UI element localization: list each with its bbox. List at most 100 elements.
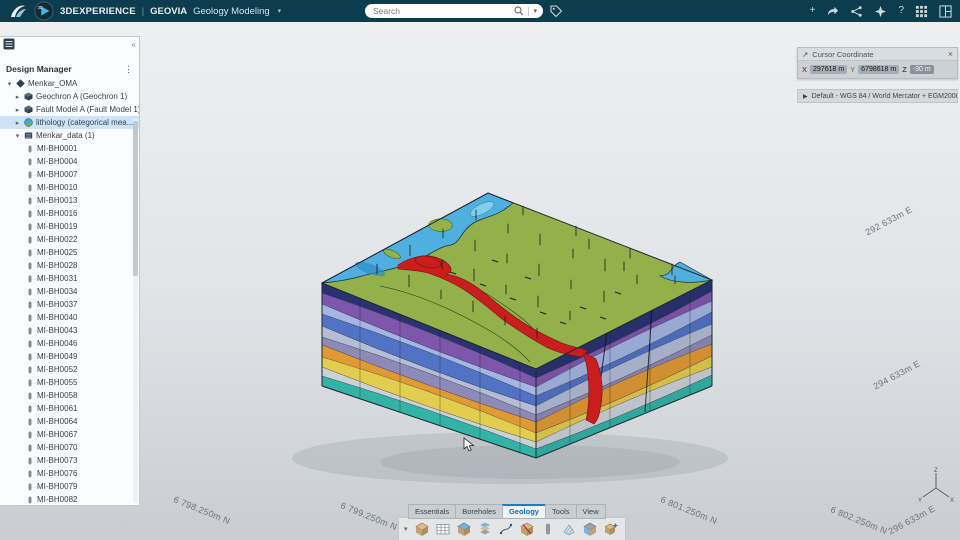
collapse-panel-icon[interactable]: « <box>132 40 136 49</box>
borehole-list-item[interactable]: MI-BH0034 <box>0 285 139 298</box>
borehole-list-item[interactable]: MI-BH0031 <box>0 272 139 285</box>
borehole-list-item[interactable]: MI-BH0046 <box>0 337 139 350</box>
borehole-icon <box>28 183 32 192</box>
borehole-list-item[interactable]: MI-BH0079 <box>0 480 139 493</box>
y-coordinate-value: 6798618 m <box>858 65 900 74</box>
borehole-label: MI-BH0013 <box>37 196 78 205</box>
borehole-list-item[interactable]: MI-BH0055 <box>0 376 139 389</box>
close-icon[interactable]: × <box>948 49 953 59</box>
tab-essentials[interactable]: Essentials <box>408 504 456 519</box>
dock-arrow-icon[interactable]: ↗ <box>802 50 808 59</box>
tag-icon[interactable] <box>549 4 563 18</box>
borehole-icon <box>28 248 32 257</box>
borehole-list-item[interactable]: MI-BH0064 <box>0 415 139 428</box>
tool-grid-plane-icon[interactable] <box>560 520 578 538</box>
x-coordinate-value: 297618 m <box>810 65 848 74</box>
borehole-list-item[interactable]: MI-BH0001 <box>0 142 139 155</box>
tree-node-lithology-selected[interactable]: ▸ lithology (categorical mea... <box>0 116 139 129</box>
panel-title: Design Manager <box>6 64 72 74</box>
add-content-icon[interactable]: + <box>810 6 816 16</box>
expander-closed-icon[interactable]: ▸ <box>14 106 21 114</box>
borehole-list-item[interactable]: MI-BH0007 <box>0 168 139 181</box>
panel-menu-icon[interactable]: ⋮ <box>124 64 133 75</box>
borehole-list-item[interactable]: MI-BH0070 <box>0 441 139 454</box>
borehole-icon <box>28 482 32 491</box>
tab-view[interactable]: View <box>575 504 606 519</box>
borehole-list-item[interactable]: MI-BH0061 <box>0 402 139 415</box>
tool-layers-icon[interactable] <box>476 520 494 538</box>
borehole-list-item[interactable]: MI-BH0076 <box>0 467 139 480</box>
borehole-list-item[interactable]: MI-BH0025 <box>0 246 139 259</box>
borehole-list-item[interactable]: MI-BH0040 <box>0 311 139 324</box>
borehole-label: MI-BH0031 <box>37 274 78 283</box>
dassault-systemes-logo-icon <box>11 5 26 17</box>
tool-drillhole-icon[interactable] <box>539 520 557 538</box>
social-share-icon[interactable] <box>850 5 863 18</box>
tool-split-block-icon[interactable] <box>581 520 599 538</box>
y-axis-label: Y <box>850 65 856 74</box>
panel-scrollbar-thumb[interactable] <box>133 121 138 276</box>
borehole-list-item[interactable]: MI-BH0037 <box>0 298 139 311</box>
borehole-icon <box>28 443 32 452</box>
tool-fault-icon[interactable] <box>518 520 536 538</box>
toolbar-expand-chevron-icon[interactable]: ▾ <box>404 525 408 533</box>
tree-node-menkar-data[interactable]: ▾ Menkar_data (1) <box>0 129 139 142</box>
borehole-list-item[interactable]: MI-BH0082 <box>0 493 139 505</box>
borehole-list-item[interactable]: MI-BH0022 <box>0 233 139 246</box>
axis-triad[interactable]: Z X Y <box>916 466 956 506</box>
3dexperience-compass-icon[interactable]: 3D <box>34 1 54 21</box>
tree-root-menkar-oma[interactable]: ▾ Menkar_OMA <box>0 77 139 90</box>
tool-slice-icon[interactable] <box>455 520 473 538</box>
tree-node-geochron[interactable]: ▸ Geochron A (Geochron 1) <box>0 90 139 103</box>
tab-geology[interactable]: Geology <box>501 504 545 519</box>
borehole-list-item[interactable]: MI-BH0019 <box>0 220 139 233</box>
borehole-list-item[interactable]: MI-BH0010 <box>0 181 139 194</box>
app-name[interactable]: Geology Modeling <box>193 6 270 17</box>
share-icon[interactable] <box>826 5 839 18</box>
layout-tiles-icon[interactable] <box>939 4 952 18</box>
tree-view-icon[interactable] <box>3 38 15 50</box>
tab-boreholes[interactable]: Boreholes <box>455 504 502 519</box>
borehole-list-item[interactable]: MI-BH0049 <box>0 350 139 363</box>
search-input[interactable] <box>371 5 511 17</box>
expander-open-icon[interactable]: ▾ <box>6 80 13 88</box>
expander-open-icon[interactable]: ▾ <box>14 132 21 140</box>
borehole-label: MI-BH0073 <box>37 456 78 465</box>
borehole-label: MI-BH0025 <box>37 248 78 257</box>
panel-scrollbar[interactable] <box>133 119 138 503</box>
borehole-list-item[interactable]: MI-BH0073 <box>0 454 139 467</box>
tool-table-icon[interactable] <box>434 520 452 538</box>
borehole-list-item[interactable]: MI-BH0028 <box>0 259 139 272</box>
app-switcher-chevron-icon[interactable]: ▾ <box>278 7 282 15</box>
tool-create-unit-icon[interactable] <box>413 520 431 538</box>
borehole-list-item[interactable]: MI-BH0067 <box>0 428 139 441</box>
borehole-label: MI-BH0007 <box>37 170 78 179</box>
borehole-icon <box>28 417 32 426</box>
geological-block-model[interactable] <box>320 192 714 459</box>
search-icon[interactable] <box>514 6 524 16</box>
borehole-list-item[interactable]: MI-BH0058 <box>0 389 139 402</box>
apps-grid-icon[interactable] <box>915 5 928 18</box>
search-box[interactable]: ▾ <box>365 4 543 18</box>
crs-expander-icon[interactable]: ▶ <box>803 93 808 100</box>
borehole-icon <box>28 430 32 439</box>
borehole-list-item[interactable]: MI-BH0043 <box>0 324 139 337</box>
tab-tools[interactable]: Tools <box>544 504 576 519</box>
expander-closed-icon[interactable]: ▸ <box>14 93 21 101</box>
borehole-icon <box>28 170 32 179</box>
help-icon[interactable]: ? <box>898 6 904 16</box>
tool-spline-icon[interactable] <box>497 520 515 538</box>
borehole-list-item[interactable]: MI-BH0004 <box>0 155 139 168</box>
search-options-chevron-icon[interactable]: ▾ <box>533 7 537 15</box>
borehole-list-item[interactable]: MI-BH0016 <box>0 207 139 220</box>
favorites-star-icon[interactable] <box>874 5 887 18</box>
tree-node-fault-model[interactable]: ▸ Fault Model A (Fault Model 1) <box>0 103 139 116</box>
main-viewport[interactable]: 292 633m E 294 633m E 296 633m E 6 798.2… <box>0 22 960 540</box>
borehole-list-item[interactable]: MI-BH0013 <box>0 194 139 207</box>
borehole-list-item[interactable]: MI-BH0052 <box>0 363 139 376</box>
expander-closed-icon[interactable]: ▸ <box>14 119 21 127</box>
cursor-coordinate-panel: ↗ Cursor Coordinate × X 297618 m Y 67986… <box>797 47 958 79</box>
crs-bar[interactable]: ▶ Default - WGS 84 / World Mercator + EG… <box>797 89 958 103</box>
borehole-label: MI-BH0055 <box>37 378 78 387</box>
tool-add-block-icon[interactable] <box>602 520 620 538</box>
